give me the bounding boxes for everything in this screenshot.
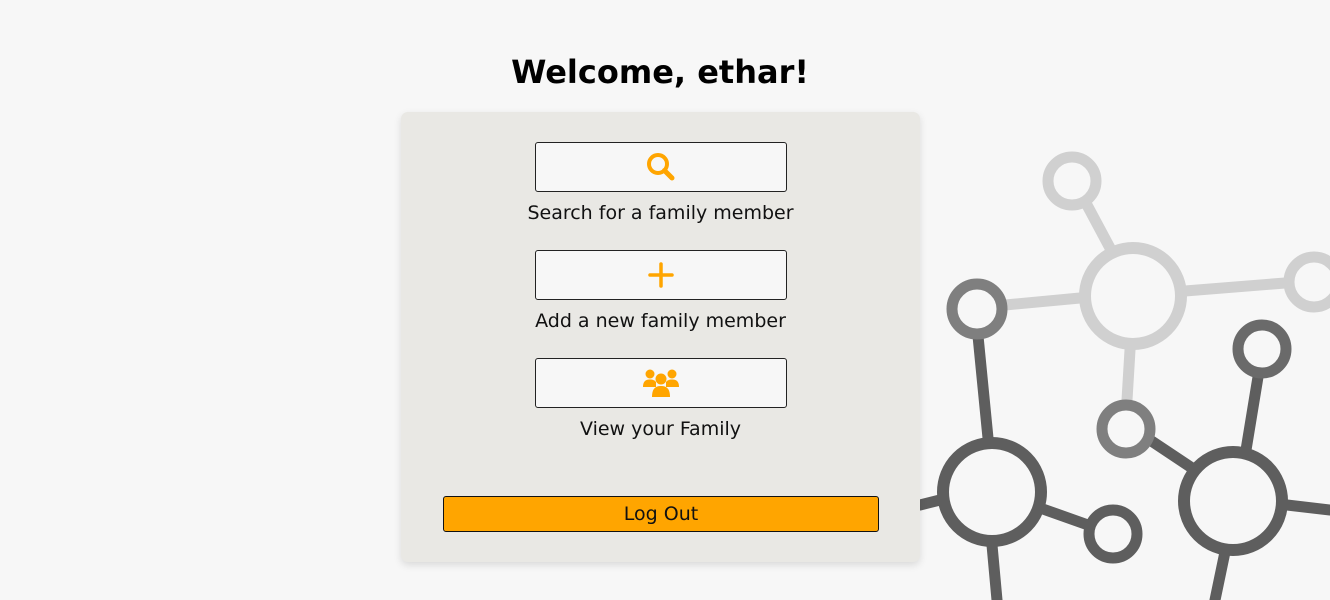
search-family-member-label: Search for a family member xyxy=(527,202,794,224)
page-title: Welcome, ethar! xyxy=(511,53,809,91)
log-out-button[interactable]: Log Out xyxy=(443,496,879,532)
add-family-member-label: Add a new family member xyxy=(535,310,786,332)
search-icon xyxy=(647,153,675,181)
search-family-member-button[interactable] xyxy=(535,142,787,192)
page: Welcome, ethar! Search for a family memb… xyxy=(0,0,1330,600)
view-family-label: View your Family xyxy=(579,418,742,440)
add-family-member-button[interactable] xyxy=(535,250,787,300)
view-family-button[interactable] xyxy=(535,358,787,408)
plus-icon xyxy=(648,262,674,288)
users-icon xyxy=(643,369,679,397)
main-panel: Search for a family member Add a new fam… xyxy=(401,112,920,562)
